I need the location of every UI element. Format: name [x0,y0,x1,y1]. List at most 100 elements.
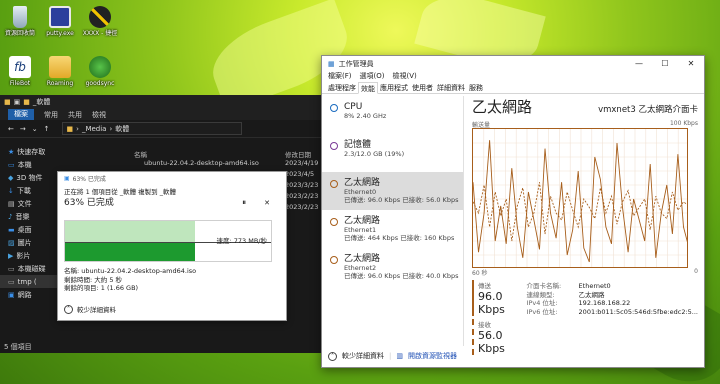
minimize-button[interactable]: — [626,59,652,68]
pause-button[interactable]: ⏸ [242,198,246,208]
chevron-up-icon[interactable]: ˄ [328,351,337,361]
less-details-toggle[interactable]: ˄ 較少詳細資料 [64,304,116,314]
column-header-date[interactable]: 修改日期 [285,149,311,159]
ribbon-tab-view[interactable]: 檢視 [92,110,106,120]
chart-label: 輸送量 [472,122,491,129]
picture-icon: ▨ [8,238,15,247]
resource-list: CPU 8% 2.40 GHz 記憶體 2.3/12.0 GB (19%) 乙太網路… [322,96,464,346]
sidebar-item-pictures[interactable]: ▨ 圖片 [0,236,60,249]
file-date: 2023/4/5 [285,170,315,178]
copy-percent: 63% 已完成 [64,198,114,208]
column-header-name[interactable]: 名稱 [130,149,285,159]
tab-processes[interactable]: 處理程序 [326,82,358,93]
breadcrumb-media[interactable]: _Media [82,125,107,133]
menu-options[interactable]: 選項(O) [360,71,385,82]
sidebar-item-this-pc[interactable]: ▭ 本機 [0,158,60,171]
file-name: ubuntu-22.04.2-desktop-amd64.iso [144,159,259,167]
task-manager-footer: ˄ 較少詳細資料 | ▥ 開啟資源監視器 [322,345,704,367]
ribbon-tab-share[interactable]: 共用 [68,110,82,120]
copy-file-name: 名稱: ubuntu-22.04.2-desktop-amd64.iso [64,267,197,275]
less-details-button[interactable]: 較少詳細資料 [342,351,384,361]
breadcrumb-software[interactable]: 軟體 [115,124,129,134]
network-graph-icon [330,180,338,188]
folder-icon: ■ [4,98,11,106]
maximize-button[interactable]: ☐ [652,59,678,68]
time-span-label: 60 秒 [472,270,488,277]
close-button[interactable]: ✕ [678,59,704,68]
task-manager-menu: 檔案(F) 選項(O) 檢視(V) [322,71,704,82]
copy-icon: ▣ [64,174,70,182]
explorer-ribbon: 檔案 常用 共用 檢視 [0,109,330,120]
file-date: 2023/3/23 [285,181,319,189]
desktop-icon-filebot[interactable]: fb FileBot [0,56,40,87]
desktop-icon-goodsync[interactable]: goodsync [80,56,120,87]
prop-row: 連線類型: 乙太網路 [526,290,605,299]
download-icon: ↓ [8,186,14,195]
desktop-icon-shortcut[interactable]: XXXX - 捷徑 [80,6,120,37]
desktop-icon-roaming[interactable]: Roaming [40,56,80,87]
tab-services[interactable]: 服務 [467,82,485,93]
tab-details[interactable]: 詳細資料 [435,82,467,93]
goodsync-icon [89,56,111,78]
sidebar-item-documents[interactable]: ▤ 文件 [0,197,60,210]
desktop-icon-putty[interactable]: putty.exe [40,6,80,37]
file-date: 2023/2/23 [285,203,319,211]
ribbon-tab-file[interactable]: 檔案 [8,109,34,120]
open-resource-monitor-link[interactable]: 開啟資源監視器 [408,351,457,361]
star-icon: ★ [8,147,15,156]
sidebar-item-local-disk[interactable]: ▭ 本機磁碟 [0,262,60,275]
resource-memory[interactable]: 記憶體 2.3/12.0 GB (19%) [322,134,463,172]
desktop-icon-recycle-bin[interactable]: 資源回收筒 [0,6,40,37]
recycle-bin-icon [13,6,27,28]
sidebar-item-network[interactable]: ▣ 網路 [0,288,60,301]
sidebar-item-videos[interactable]: ▶ 影片 [0,249,60,262]
back-arrow-icon[interactable]: ← [8,125,14,133]
copy-progress-dialog: ▣ 63% 已完成 正在將 1 個項目從 _軟體 複製到 _軟體 63% 已完成… [57,171,287,321]
tab-app-history[interactable]: 應用程式 [378,82,410,93]
sidebar-item-3d-objects[interactable]: ◆ 3D 物件 [0,171,60,184]
sidebar-item-downloads[interactable]: ↓ 下載 [0,184,60,197]
file-list-header: 名稱 修改日期 [130,149,330,159]
resource-ethernet0[interactable]: 乙太網路 Ethernet0 已傳送: 96.0 Kbps 已接收: 56.0 Kb… [322,172,463,210]
resource-ethernet1[interactable]: 乙太網路 Ethernet1 已傳送: 464 Kbps 已接收: 160 Kbps [322,210,463,248]
prop-row: IPv6 位址: 2001:b011:5c05:546d:5fbe:edc2:5.… [526,307,698,316]
sidebar-item-music[interactable]: ♪ 音樂 [0,210,60,223]
ribbon-tab-home[interactable]: 常用 [44,110,58,120]
cube-icon: ◆ [8,173,14,182]
copy-description: 正在將 1 個項目從 _軟體 複製到 _軟體 [64,188,176,196]
folder-icon [49,56,71,78]
copy-remaining-items: 剩餘的項目: 1 (1.66 GB) [64,284,139,292]
sidebar-item-tmp[interactable]: ▭ tmp ( [0,275,60,288]
menu-file[interactable]: 檔案(F) [328,71,352,82]
throughput-chart [472,128,688,268]
resource-ethernet2[interactable]: 乙太網路 Ethernet2 已傳送: 96.0 Kbps 已接收: 40.0 Kb… [322,248,463,286]
tab-performance[interactable]: 效能 [358,82,378,94]
up-arrow-icon[interactable]: ↑ [44,125,50,133]
network-detail-pane: 乙太網路 vmxnet3 乙太網路介面卡 輸送量 100 Kbps 60 秒 0… [472,96,698,355]
cancel-copy-button[interactable]: ✕ [264,199,270,207]
chevron-down-icon[interactable]: ⌄ [32,125,38,133]
task-manager-icon: ▦ [328,59,335,68]
adapter-name: vmxnet3 乙太網路介面卡 [598,105,698,115]
detail-heading: 乙太網路 [472,98,533,116]
memory-graph-icon [330,142,338,150]
sidebar-item-quick-access[interactable]: ★ 快速存取 [0,145,60,158]
chevron-up-icon: ˄ [64,304,73,314]
putty-icon [49,6,71,28]
tab-users[interactable]: 使用者 [410,82,435,93]
file-row[interactable]: ubuntu-22.04.2-desktop-amd64.iso 2023/4/1… [130,159,330,170]
copy-speed: 速度: 773 MB/秒 [216,237,268,245]
address-bar[interactable]: ■ › _Media › 軟體 [61,122,242,135]
explorer-titlebar: ■ ▣ ■ _軟體 [0,95,330,109]
resource-cpu[interactable]: CPU 8% 2.40 GHz [322,96,463,134]
desktop-icon: ▬ [8,225,15,234]
explorer-nav-bar: ← → ⌄ ↑ ■ › _Media › 軟體 [0,120,330,138]
check-icon: ▣ [13,98,21,106]
computer-icon: ▭ [8,160,15,169]
sidebar-item-desktop[interactable]: ▬ 桌面 [0,223,60,236]
file-date: 2023/4/19 [285,159,319,167]
forward-arrow-icon[interactable]: → [20,125,26,133]
folder-icon: ■ [23,98,30,106]
menu-view[interactable]: 檢視(V) [392,71,416,82]
receive-label: 接收 [478,321,491,329]
